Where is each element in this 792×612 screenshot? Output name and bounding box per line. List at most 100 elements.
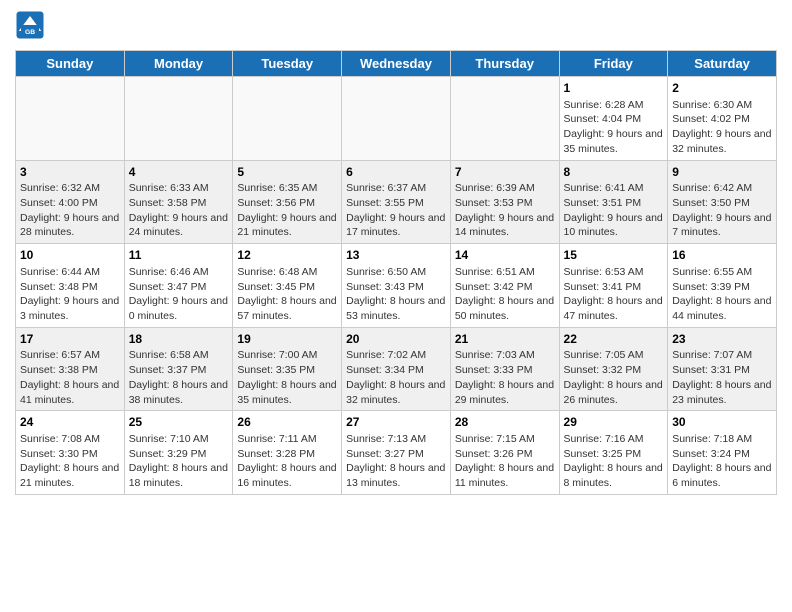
day-info: Sunrise: 6:42 AM Sunset: 3:50 PM Dayligh… [672, 182, 771, 238]
calendar-cell: 11 Sunrise: 6:46 AM Sunset: 3:47 PM Dayli… [124, 244, 233, 328]
calendar-cell: 22Sunrise: 7:05 AM Sunset: 3:32 PM Dayli… [559, 327, 668, 411]
day-info: Sunrise: 6:39 AM Sunset: 3:53 PM Dayligh… [455, 182, 554, 238]
day-number: 22 [564, 331, 664, 348]
day-number: 19 [237, 331, 337, 348]
day-info: Sunrise: 7:18 AM Sunset: 3:24 PM Dayligh… [672, 433, 771, 489]
calendar-cell: 23Sunrise: 7:07 AM Sunset: 3:31 PM Dayli… [668, 327, 777, 411]
day-info: Sunrise: 7:16 AM Sunset: 3:25 PM Dayligh… [564, 433, 663, 489]
day-info: Sunrise: 7:02 AM Sunset: 3:34 PM Dayligh… [346, 349, 445, 405]
day-number: 30 [672, 414, 772, 431]
calendar-week-row: 10 Sunrise: 6:44 AM Sunset: 3:48 PM Dayli… [16, 244, 777, 328]
calendar-cell: 2 Sunrise: 6:30 AM Sunset: 4:02 PM Daylig… [668, 77, 777, 161]
day-info: Sunrise: 7:10 AM Sunset: 3:29 PM Dayligh… [129, 433, 228, 489]
day-number: 5 [237, 164, 337, 181]
calendar-cell: 9Sunrise: 6:42 AM Sunset: 3:50 PM Daylig… [668, 160, 777, 244]
page: GB Sunday Monday Tuesday Wednesday Thurs… [0, 0, 792, 612]
day-info: Sunrise: 7:08 AM Sunset: 3:30 PM Dayligh… [20, 433, 119, 489]
day-info: Sunrise: 6:33 AM Sunset: 3:58 PM Dayligh… [129, 182, 228, 238]
day-info: Sunrise: 6:35 AM Sunset: 3:56 PM Dayligh… [237, 182, 336, 238]
day-info: Sunrise: 6:44 AM Sunset: 3:48 PM Dayligh… [20, 266, 119, 322]
day-number: 18 [129, 331, 229, 348]
calendar-cell [233, 77, 342, 161]
day-info: Sunrise: 6:50 AM Sunset: 3:43 PM Dayligh… [346, 266, 445, 322]
day-number: 15 [564, 247, 664, 264]
day-number: 11 [129, 247, 229, 264]
day-number: 21 [455, 331, 555, 348]
calendar-cell [124, 77, 233, 161]
calendar-cell: 13 Sunrise: 6:50 AM Sunset: 3:43 PM Dayli… [342, 244, 451, 328]
header-monday: Monday [124, 51, 233, 77]
svg-text:GB: GB [25, 29, 35, 36]
calendar-cell: 14Sunrise: 6:51 AM Sunset: 3:42 PM Dayli… [450, 244, 559, 328]
day-info: Sunrise: 6:28 AM Sunset: 4:04 PM Dayligh… [564, 99, 663, 155]
calendar-cell: 29 Sunrise: 7:16 AM Sunset: 3:25 PM Dayli… [559, 411, 668, 495]
day-info: Sunrise: 6:53 AM Sunset: 3:41 PM Dayligh… [564, 266, 663, 322]
calendar-cell: 21Sunrise: 7:03 AM Sunset: 3:33 PM Dayli… [450, 327, 559, 411]
day-number: 23 [672, 331, 772, 348]
day-info: Sunrise: 6:48 AM Sunset: 3:45 PM Dayligh… [237, 266, 336, 322]
calendar-cell: 17Sunrise: 6:57 AM Sunset: 3:38 PM Dayli… [16, 327, 125, 411]
header-thursday: Thursday [450, 51, 559, 77]
day-number: 10 [20, 247, 120, 264]
header: GB [15, 10, 777, 40]
calendar-header-row: Sunday Monday Tuesday Wednesday Thursday… [16, 51, 777, 77]
day-number: 27 [346, 414, 446, 431]
day-number: 6 [346, 164, 446, 181]
calendar-cell: 6Sunrise: 6:37 AM Sunset: 3:55 PM Daylig… [342, 160, 451, 244]
day-number: 7 [455, 164, 555, 181]
calendar-cell: 30 Sunrise: 7:18 AM Sunset: 3:24 PM Dayli… [668, 411, 777, 495]
day-number: 17 [20, 331, 120, 348]
day-number: 20 [346, 331, 446, 348]
calendar-table: Sunday Monday Tuesday Wednesday Thursday… [15, 50, 777, 495]
day-number: 9 [672, 164, 772, 181]
day-info: Sunrise: 7:13 AM Sunset: 3:27 PM Dayligh… [346, 433, 445, 489]
day-info: Sunrise: 6:30 AM Sunset: 4:02 PM Dayligh… [672, 99, 771, 155]
calendar-week-row: 24Sunrise: 7:08 AM Sunset: 3:30 PM Dayli… [16, 411, 777, 495]
calendar-cell: 7Sunrise: 6:39 AM Sunset: 3:53 PM Daylig… [450, 160, 559, 244]
day-number: 25 [129, 414, 229, 431]
calendar-cell: 3Sunrise: 6:32 AM Sunset: 4:00 PM Daylig… [16, 160, 125, 244]
calendar-week-row: 17Sunrise: 6:57 AM Sunset: 3:38 PM Dayli… [16, 327, 777, 411]
calendar-cell: 16 Sunrise: 6:55 AM Sunset: 3:39 PM Dayli… [668, 244, 777, 328]
header-tuesday: Tuesday [233, 51, 342, 77]
calendar-cell: 26 Sunrise: 7:11 AM Sunset: 3:28 PM Dayli… [233, 411, 342, 495]
header-wednesday: Wednesday [342, 51, 451, 77]
day-info: Sunrise: 6:57 AM Sunset: 3:38 PM Dayligh… [20, 349, 119, 405]
day-info: Sunrise: 6:41 AM Sunset: 3:51 PM Dayligh… [564, 182, 663, 238]
calendar-cell: 25 Sunrise: 7:10 AM Sunset: 3:29 PM Dayli… [124, 411, 233, 495]
calendar-cell: 18Sunrise: 6:58 AM Sunset: 3:37 PM Dayli… [124, 327, 233, 411]
day-info: Sunrise: 6:37 AM Sunset: 3:55 PM Dayligh… [346, 182, 445, 238]
header-friday: Friday [559, 51, 668, 77]
day-number: 28 [455, 414, 555, 431]
day-info: Sunrise: 6:55 AM Sunset: 3:39 PM Dayligh… [672, 266, 771, 322]
day-number: 29 [564, 414, 664, 431]
calendar-cell: 5Sunrise: 6:35 AM Sunset: 3:56 PM Daylig… [233, 160, 342, 244]
day-info: Sunrise: 7:11 AM Sunset: 3:28 PM Dayligh… [237, 433, 336, 489]
day-number: 1 [564, 80, 664, 97]
day-info: Sunrise: 7:15 AM Sunset: 3:26 PM Dayligh… [455, 433, 554, 489]
day-number: 2 [672, 80, 772, 97]
day-number: 14 [455, 247, 555, 264]
header-sunday: Sunday [16, 51, 125, 77]
day-number: 4 [129, 164, 229, 181]
day-number: 26 [237, 414, 337, 431]
logo: GB [15, 10, 49, 40]
calendar-cell [450, 77, 559, 161]
calendar-cell: 1 Sunrise: 6:28 AM Sunset: 4:04 PM Daylig… [559, 77, 668, 161]
calendar-cell: 8Sunrise: 6:41 AM Sunset: 3:51 PM Daylig… [559, 160, 668, 244]
calendar-week-row: 3Sunrise: 6:32 AM Sunset: 4:00 PM Daylig… [16, 160, 777, 244]
day-number: 12 [237, 247, 337, 264]
day-number: 13 [346, 247, 446, 264]
calendar-cell: 28 Sunrise: 7:15 AM Sunset: 3:26 PM Dayli… [450, 411, 559, 495]
calendar-cell: 4Sunrise: 6:33 AM Sunset: 3:58 PM Daylig… [124, 160, 233, 244]
day-number: 16 [672, 247, 772, 264]
day-info: Sunrise: 7:05 AM Sunset: 3:32 PM Dayligh… [564, 349, 663, 405]
day-info: Sunrise: 6:32 AM Sunset: 4:00 PM Dayligh… [20, 182, 119, 238]
logo-icon: GB [15, 10, 45, 40]
calendar-cell: 15 Sunrise: 6:53 AM Sunset: 3:41 PM Dayli… [559, 244, 668, 328]
day-info: Sunrise: 7:03 AM Sunset: 3:33 PM Dayligh… [455, 349, 554, 405]
day-info: Sunrise: 6:58 AM Sunset: 3:37 PM Dayligh… [129, 349, 228, 405]
day-number: 3 [20, 164, 120, 181]
header-saturday: Saturday [668, 51, 777, 77]
day-info: Sunrise: 6:46 AM Sunset: 3:47 PM Dayligh… [129, 266, 228, 322]
